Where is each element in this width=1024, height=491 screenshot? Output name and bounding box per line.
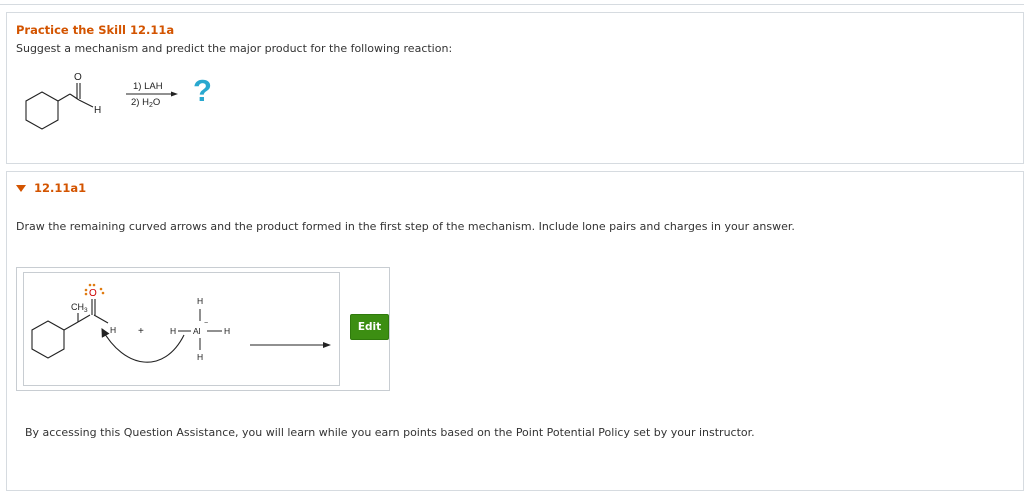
- unknown-product-question-mark: ?: [193, 73, 212, 108]
- mechanism-drawing-canvas[interactable]: CH3 O H + H H Al − H H: [23, 272, 340, 386]
- lone-pair-dot: [88, 283, 92, 287]
- drawing-area: CH3 O H + H H Al − H H Edit: [16, 267, 390, 391]
- methyl-label: CH3: [71, 302, 88, 314]
- reaction-scheme-drawing: O H 1) LAH 2) H2O ?: [25, 72, 212, 130]
- step-panel: 12.11a1 Draw the remaining curved arrows…: [6, 171, 1024, 491]
- aldehyde-h-label: H: [110, 325, 116, 335]
- hydride-left-h: H: [170, 326, 176, 336]
- aldehyde-h-label: H: [94, 105, 101, 116]
- reagent-step-2: 2) H2O: [131, 97, 160, 109]
- step-label: 12.11a1: [34, 181, 87, 195]
- aluminum-label: Al: [193, 326, 201, 336]
- practice-title: Practice the Skill 12.11a: [16, 23, 175, 37]
- edit-button[interactable]: Edit: [350, 314, 389, 340]
- chain-bond: [57, 93, 71, 102]
- carbonyl-oxygen-label: O: [74, 72, 82, 83]
- practice-panel: Practice the Skill 12.11a Suggest a mech…: [6, 12, 1024, 164]
- aluminum-charge: −: [204, 320, 208, 327]
- cyclohexane-ring: [25, 91, 59, 130]
- oxygen-atom-label: O: [89, 288, 97, 299]
- plus-sign: +: [138, 326, 144, 337]
- top-divider: [0, 4, 1024, 5]
- mechanism-drawing: CH3 O H + H H Al − H H: [31, 283, 331, 363]
- step-instruction: Draw the remaining curved arrows and the…: [16, 220, 795, 233]
- lone-pair-dot: [84, 288, 88, 292]
- lone-pair-dot: [99, 287, 103, 291]
- collapse-triangle-icon[interactable]: [16, 185, 26, 192]
- lone-pair-dot: [101, 291, 105, 295]
- cyclohexane-ring: [31, 320, 65, 359]
- aldehyde-ch-bond: [78, 99, 94, 108]
- hydride-bottom-h: H: [197, 352, 203, 362]
- lone-pair-dot: [92, 283, 96, 287]
- step-toggle[interactable]: 12.11a1: [16, 181, 86, 195]
- ring-to-carbon-bond: [63, 321, 79, 331]
- mechanism-arrowhead: [323, 342, 331, 348]
- chain-bond: [69, 93, 80, 101]
- reaction-scheme: O H 1) LAH 2) H2O ?: [13, 61, 223, 155]
- practice-instruction: Suggest a mechanism and predict the majo…: [16, 42, 453, 55]
- lone-pair-dot: [84, 292, 88, 296]
- aldehyde-ch-bond: [93, 314, 109, 324]
- assistance-note: By accessing this Question Assistance, y…: [25, 426, 755, 439]
- hydride-right-h: H: [224, 326, 230, 336]
- carbon-bond: [77, 314, 91, 323]
- reaction-arrowhead: [171, 91, 178, 97]
- hydride-top-h: H: [197, 296, 203, 306]
- reagent-step-1: 1) LAH: [133, 81, 163, 92]
